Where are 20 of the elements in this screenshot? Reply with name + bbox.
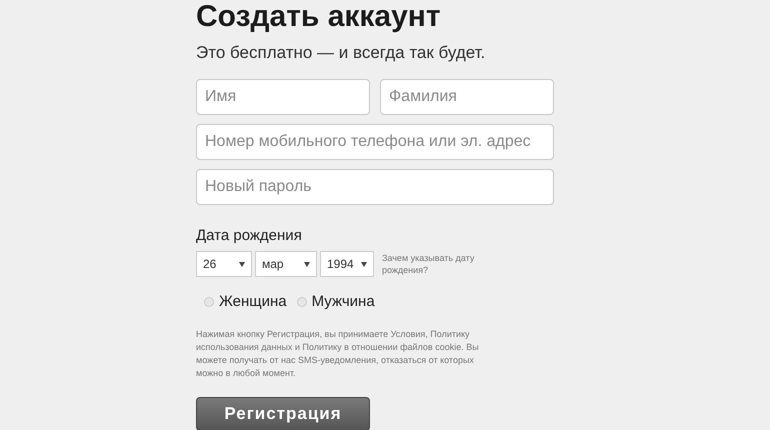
radio-button[interactable]	[296, 297, 307, 308]
date-select[interactable]: 26	[196, 251, 252, 277]
date-select[interactable]: мар	[255, 251, 317, 277]
phone-email-field[interactable]: Номер мобильного телефона или эл. адрес	[196, 124, 554, 160]
dropdown-caret-icon	[304, 262, 310, 266]
page-subtitle: Это бесплатно — и всегда так будет.	[196, 42, 486, 64]
dropdown-caret-icon	[239, 262, 245, 266]
radio-button[interactable]	[204, 297, 214, 308]
birthday-hint-link[interactable]: Зачем указывать дату рождения?	[382, 252, 502, 276]
register-button[interactable]: Регистрация	[196, 396, 370, 430]
birthday-label: Дата рождения	[196, 226, 302, 246]
gender-label: Женщина	[219, 292, 287, 312]
terms-text: Нажимая кнопку Регистрация, вы принимаете Условия, Политику использования данных и Политику в отношении файлов cookie. Вы можете получать от нас SMS-уведомления, отказаться от которых можно в любой момент.	[196, 328, 480, 380]
first-name-field[interactable]: Имя	[196, 78, 370, 114]
gender-label: Мужчина	[312, 292, 375, 312]
password-field[interactable]: Новый пароль	[196, 168, 554, 204]
page-title: Создать аккаунт	[196, 0, 441, 34]
dropdown-caret-icon	[361, 262, 367, 266]
last-name-field[interactable]: Фамилия	[380, 78, 554, 114]
date-select[interactable]: 1994	[320, 251, 374, 277]
